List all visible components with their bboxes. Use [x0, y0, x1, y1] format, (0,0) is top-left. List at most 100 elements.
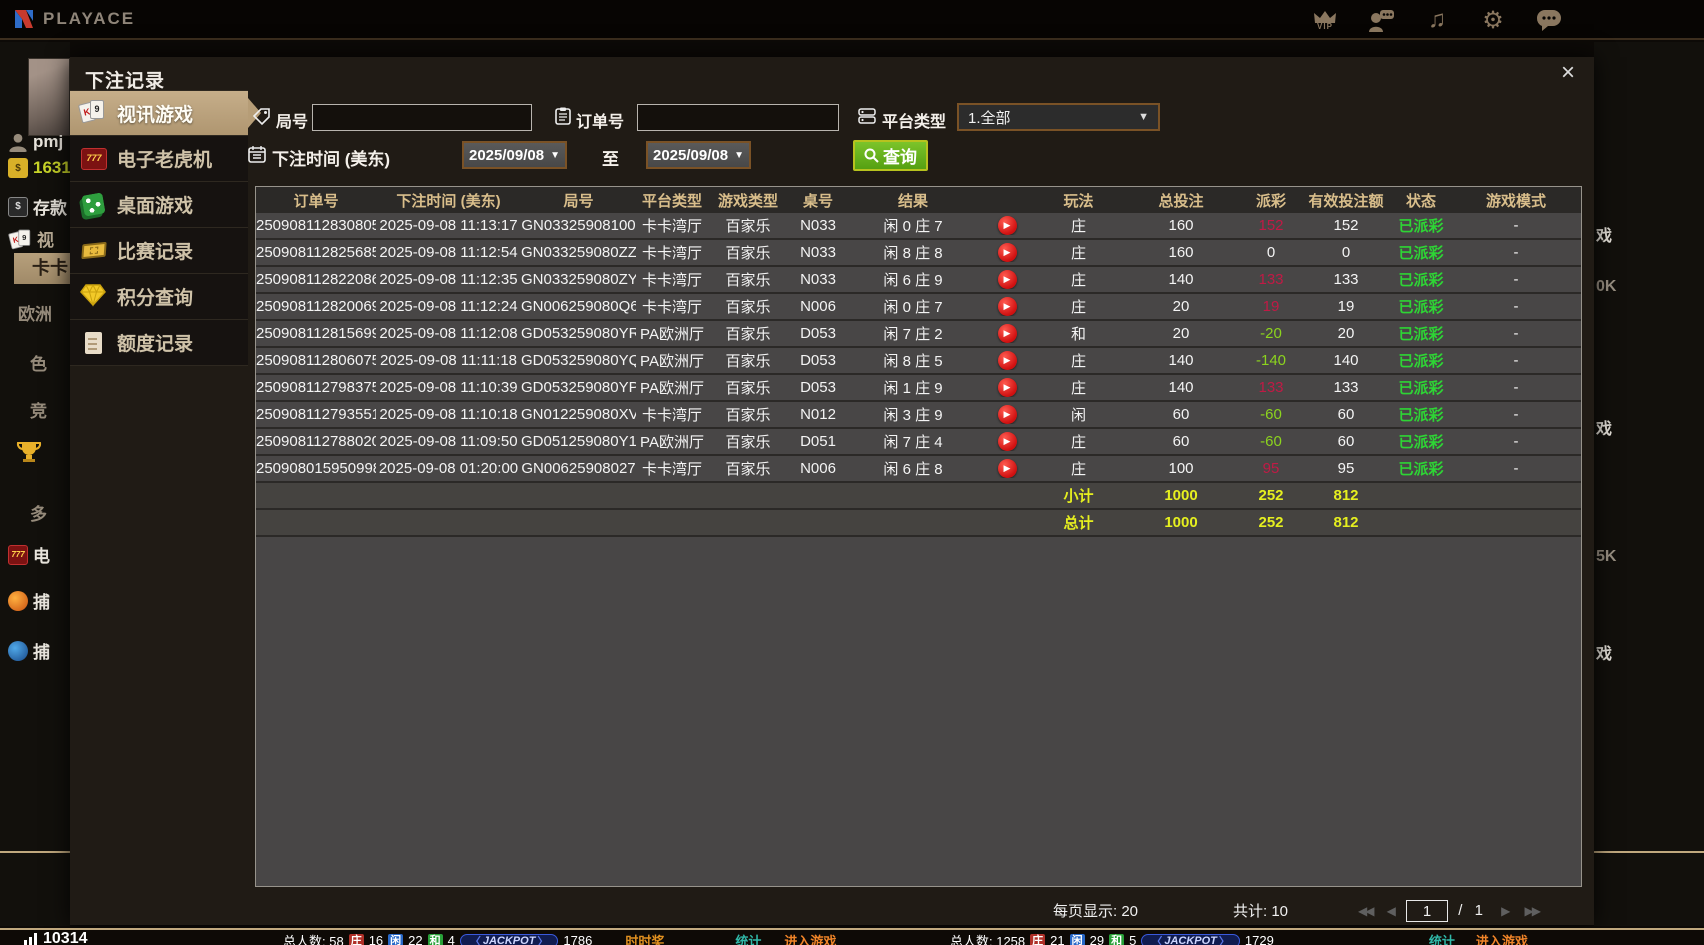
- cell-valid-bet: 133: [1333, 379, 1359, 396]
- lobby-hall-item[interactable]: 多: [30, 500, 47, 525]
- cell-total-bet: 20: [1172, 298, 1190, 315]
- platform-type-label: 平台类型: [882, 114, 947, 131]
- table-row[interactable]: 250908112798375 2025-09-08 11:10:39 GD05…: [256, 375, 1581, 402]
- cell-bet-time: 2025-09-08 11:12:54: [379, 244, 518, 261]
- platform-type-select[interactable]: 1.全部 ▼: [957, 103, 1160, 131]
- cell-payout: 95: [1262, 460, 1280, 477]
- table-row[interactable]: 250908112806075 2025-09-08 11:11:18 GD05…: [256, 348, 1581, 375]
- table-row[interactable]: 250908112825685 2025-09-08 11:12:54 GN03…: [256, 240, 1581, 267]
- tab-table-games[interactable]: 桌面游戏: [70, 182, 248, 228]
- lobby-hall-item[interactable]: 色: [30, 350, 47, 375]
- tab-match-records[interactable]: 比赛记录: [70, 228, 248, 274]
- replay-play-icon[interactable]: ▶: [997, 405, 1017, 424]
- replay-play-icon[interactable]: ▶: [997, 432, 1017, 451]
- gear-icon[interactable]: ⚙: [1478, 4, 1508, 36]
- dice-icon: [80, 191, 108, 219]
- music-icon[interactable]: ♫: [1422, 4, 1452, 36]
- lobby-hall-item[interactable]: 竞: [30, 397, 47, 422]
- cell-platform: 卡卡湾厅: [641, 407, 702, 424]
- brand-text: PLAYACE: [43, 9, 136, 28]
- tab-quota-records[interactable]: 额度记录: [70, 320, 248, 366]
- cell-game-type: 百家乐: [725, 353, 771, 370]
- customer-service-icon[interactable]: [1366, 4, 1396, 36]
- user-avatar: [28, 58, 70, 136]
- chevron-down-icon: ▼: [734, 149, 744, 161]
- betting-records-modal: 下注记录 × K9 视讯游戏 777 电子老虎机 桌面游戏 比赛记录 积分查询 …: [70, 57, 1594, 925]
- order-id-input[interactable]: [637, 104, 839, 131]
- cell-platform: 卡卡湾厅: [641, 299, 702, 316]
- subtotal-row: 小计 1000 252 812: [256, 483, 1581, 510]
- jackpot-pill: 〈 JACKPOT 〉: [1141, 933, 1240, 945]
- chat-icon[interactable]: [1534, 4, 1564, 36]
- cell-order-id: 250908112825685: [256, 244, 376, 261]
- cell-result: 闲 3 庄 9: [883, 407, 943, 424]
- replay-play-icon[interactable]: ▶: [997, 270, 1017, 289]
- cell-game-type: 百家乐: [725, 434, 771, 451]
- cell-game-mode: -: [1513, 298, 1519, 315]
- prev-page-icon[interactable]: ◀: [1387, 904, 1396, 918]
- cell-result: 闲 6 庄 8: [883, 461, 943, 478]
- deposit-button[interactable]: $ 存款: [8, 194, 67, 219]
- table-stats-left: 总人数: 58 庄 16 闲 22 和4 〈 JACKPOT 〉 1786 时时奖 统计…: [283, 931, 836, 945]
- cell-round-id: GN00625908027: [521, 460, 636, 477]
- lobby-fishing-tab[interactable]: 捕: [8, 588, 50, 613]
- stats-button[interactable]: 统计: [1429, 931, 1455, 945]
- replay-play-icon[interactable]: ▶: [997, 216, 1017, 235]
- enter-game-button[interactable]: 进入游戏: [784, 931, 836, 945]
- table-row[interactable]: 250908112815699 2025-09-08 11:12:08 GD05…: [256, 321, 1581, 348]
- lobby-rank-item[interactable]: [16, 440, 42, 464]
- cell-total-bet: 20: [1172, 325, 1190, 342]
- enter-game-button[interactable]: 进入游戏: [1476, 931, 1528, 945]
- tab-slots[interactable]: 777 电子老虎机: [70, 136, 248, 182]
- online-count: 10314: [24, 930, 88, 945]
- cell-result: 闲 0 庄 7: [883, 299, 943, 316]
- round-id-input[interactable]: [312, 104, 532, 131]
- cards-icon: K9: [77, 99, 108, 127]
- search-button[interactable]: 查询: [853, 140, 928, 171]
- replay-play-icon[interactable]: ▶: [997, 324, 1017, 343]
- cell-bet-type: 闲: [1070, 407, 1086, 424]
- date-to-select[interactable]: 2025/09/08 ▼: [646, 141, 751, 169]
- page-number-input[interactable]: 1: [1406, 900, 1449, 922]
- total-pages: 1: [1474, 901, 1483, 919]
- last-page-icon[interactable]: ▶▶: [1524, 904, 1541, 918]
- lobby-fishing2-tab[interactable]: 捕: [8, 638, 50, 663]
- table-row[interactable]: 250908112830805 2025-09-08 11:13:17 GN03…: [256, 213, 1581, 240]
- lobby-slots-tab[interactable]: 777 电: [8, 542, 50, 567]
- lobby-left-sidebar: pmj $ 1631 $ 存款 K9 视 卡卡 欧洲 色 竞 多 777 电 捕…: [0, 42, 70, 926]
- lobby-hall-item[interactable]: 欧洲: [18, 300, 52, 325]
- replay-play-icon[interactable]: ▶: [997, 378, 1017, 397]
- replay-play-icon[interactable]: ▶: [997, 459, 1017, 478]
- lobby-hall-active[interactable]: 卡卡: [14, 253, 70, 284]
- cell-bet-time: 2025-09-08 11:12:35: [379, 271, 518, 288]
- tab-points-query[interactable]: 积分查询: [70, 274, 248, 320]
- replay-play-icon[interactable]: ▶: [997, 351, 1017, 370]
- tab-video-games[interactable]: K9 视讯游戏: [70, 90, 248, 136]
- cell-order-id: 250908112793551: [256, 406, 376, 423]
- table-row[interactable]: 250908112793551 2025-09-08 11:10:18 GN01…: [256, 402, 1581, 429]
- date-from-select[interactable]: 2025/09/08 ▼: [462, 141, 567, 169]
- next-page-icon[interactable]: ▶: [1501, 904, 1510, 918]
- close-icon[interactable]: ×: [1554, 59, 1582, 87]
- table-row[interactable]: 250908112820069 2025-09-08 11:12:24 GN00…: [256, 294, 1581, 321]
- promo-label[interactable]: 时时奖: [625, 931, 664, 945]
- brand-logo: PLAYACE: [12, 7, 135, 31]
- lobby-video-tab[interactable]: K9 视: [8, 226, 54, 251]
- stats-button[interactable]: 统计: [735, 931, 761, 945]
- table-row[interactable]: 250908112788020 2025-09-08 11:09:50 GD05…: [256, 429, 1581, 456]
- first-page-icon[interactable]: ◀◀: [1358, 904, 1375, 918]
- cell-game-type: 百家乐: [725, 461, 771, 478]
- edge-fragment: 戏: [1596, 421, 1613, 438]
- replay-play-icon[interactable]: ▶: [997, 243, 1017, 262]
- cell-bet-time: 2025-09-08 11:12:24: [379, 298, 518, 315]
- cell-result: 闲 0 庄 7: [883, 218, 943, 235]
- replay-play-icon[interactable]: ▶: [997, 297, 1017, 316]
- cell-game-type: 百家乐: [725, 299, 771, 316]
- lobby-bottom-divider: [0, 851, 70, 853]
- vip-crown-icon[interactable]: VIP: [1310, 4, 1340, 36]
- date-to-label: 至: [602, 150, 619, 169]
- table-row[interactable]: 250908015950998 2025-09-08 01:20:00 GN00…: [256, 456, 1581, 483]
- cell-table-no: N006: [800, 298, 836, 315]
- table-row[interactable]: 250908112822086 2025-09-08 11:12:35 GN03…: [256, 267, 1581, 294]
- cell-result: 闲 8 庄 5: [883, 353, 943, 370]
